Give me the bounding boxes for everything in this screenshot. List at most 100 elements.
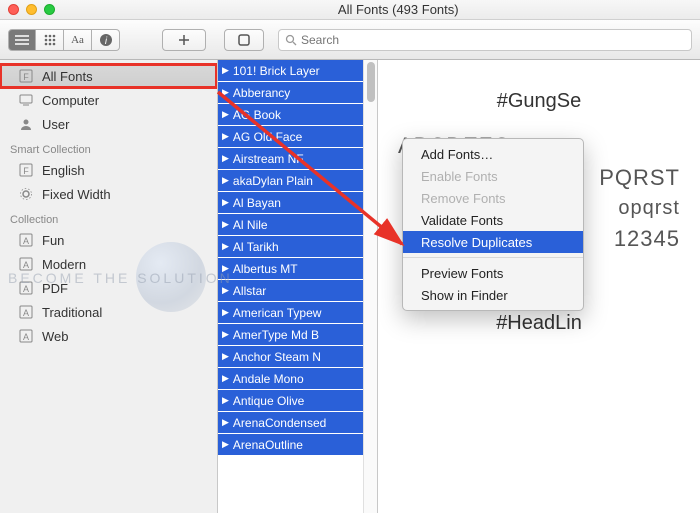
sample-view-button[interactable]: Aa — [64, 29, 92, 51]
grid-view-button[interactable] — [36, 29, 64, 51]
plus-icon — [178, 34, 190, 46]
info-view-button[interactable]: i — [92, 29, 120, 51]
disclosure-triangle-icon[interactable]: ▶ — [222, 241, 229, 252]
font-row[interactable]: ▶Anchor Steam N — [218, 346, 377, 368]
sidebar-item-computer[interactable]: Computer — [0, 88, 217, 112]
menu-item-remove-fonts: Remove Fonts — [403, 187, 583, 209]
font-row[interactable]: ▶Albertus MT — [218, 258, 377, 280]
svg-text:A: A — [23, 284, 29, 294]
main-area: F All Fonts Computer User Smart Collecti… — [0, 60, 700, 513]
font-row[interactable]: ▶101! Brick Layer — [218, 60, 377, 82]
font-list-scrollbar[interactable] — [363, 60, 377, 513]
sidebar-item-traditional[interactable]: A Traditional — [0, 300, 217, 324]
font-row[interactable]: ▶Antique Olive — [218, 390, 377, 412]
font-row[interactable]: ▶Airstream NF — [218, 148, 377, 170]
disclosure-triangle-icon[interactable]: ▶ — [222, 417, 229, 428]
search-icon — [285, 34, 297, 46]
menu-item-add-fonts[interactable]: Add Fonts… — [403, 143, 583, 165]
font-row[interactable]: ▶ArenaCondensed — [218, 412, 377, 434]
disclosure-triangle-icon[interactable]: ▶ — [222, 307, 229, 318]
disclosure-triangle-icon[interactable]: ▶ — [222, 197, 229, 208]
font-row[interactable]: ▶Abberancy — [218, 82, 377, 104]
list-view-button[interactable] — [8, 29, 36, 51]
search-field[interactable] — [278, 29, 692, 51]
font-list: ▶101! Brick Layer▶Abberancy▶AG Book▶AG O… — [218, 60, 378, 513]
a-square-icon: A — [18, 256, 34, 272]
font-name-label: Al Nile — [233, 218, 268, 232]
font-row[interactable]: ▶Allstar — [218, 280, 377, 302]
menu-item-resolve-duplicates[interactable]: Resolve Duplicates — [403, 231, 583, 253]
font-square-icon: F — [18, 162, 34, 178]
font-row[interactable]: ▶American Typew — [218, 302, 377, 324]
sidebar-item-user[interactable]: User — [0, 112, 217, 136]
font-name-label: Andale Mono — [233, 372, 304, 386]
disclosure-triangle-icon[interactable]: ▶ — [222, 439, 229, 450]
a-square-icon: A — [18, 280, 34, 296]
a-square-icon: A — [18, 304, 34, 320]
sidebar-item-label: Modern — [42, 257, 86, 272]
disclosure-triangle-icon[interactable]: ▶ — [222, 285, 229, 296]
context-menu: Add Fonts…Enable FontsRemove FontsValida… — [402, 138, 584, 311]
minimize-button[interactable] — [26, 4, 37, 15]
font-row[interactable]: ▶ Andale Mono — [218, 368, 377, 390]
sidebar-item-label: User — [42, 117, 69, 132]
sidebar-item-label: Web — [42, 329, 69, 344]
menu-item-validate-fonts[interactable]: Validate Fonts — [403, 209, 583, 231]
scrollbar-thumb[interactable] — [367, 62, 375, 102]
menu-item-enable-fonts: Enable Fonts — [403, 165, 583, 187]
maximize-button[interactable] — [44, 4, 55, 15]
font-row[interactable]: ▶ Al Nile — [218, 214, 377, 236]
window-title: All Fonts (493 Fonts) — [338, 2, 459, 17]
disclosure-triangle-icon[interactable]: ▶ — [222, 131, 229, 142]
sidebar-item-english[interactable]: F English — [0, 158, 217, 182]
computer-icon — [18, 92, 34, 108]
svg-text:A: A — [23, 332, 29, 342]
font-row[interactable]: ▶ Al Bayan — [218, 192, 377, 214]
disclosure-triangle-icon[interactable]: ▶ — [222, 219, 229, 230]
disclosure-triangle-icon[interactable]: ▶ — [222, 373, 229, 384]
sidebar-item-modern[interactable]: A Modern — [0, 252, 217, 276]
disclosure-triangle-icon[interactable]: ▶ — [222, 109, 229, 120]
square-icon — [237, 33, 251, 47]
sidebar-item-pdf[interactable]: A PDF — [0, 276, 217, 300]
user-icon — [18, 116, 34, 132]
preview-font-name: #GungSe — [398, 90, 680, 113]
close-button[interactable] — [8, 4, 19, 15]
font-row[interactable]: ▶akaDylan Plain — [218, 170, 377, 192]
svg-text:A: A — [23, 260, 29, 270]
disable-button[interactable] — [224, 29, 264, 51]
svg-text:A: A — [23, 236, 29, 246]
sidebar-item-fun[interactable]: A Fun — [0, 228, 217, 252]
font-row[interactable]: ▶Al Tarikh — [218, 236, 377, 258]
menu-item-show-in-finder[interactable]: Show in Finder — [403, 284, 583, 306]
info-icon: i — [99, 33, 113, 47]
disclosure-triangle-icon[interactable]: ▶ — [222, 153, 229, 164]
svg-text:F: F — [23, 166, 29, 176]
sidebar-item-label: Computer — [42, 93, 99, 108]
sidebar: F All Fonts Computer User Smart Collecti… — [0, 60, 218, 513]
sidebar-item-web[interactable]: A Web — [0, 324, 217, 348]
sidebar-item-label: Fun — [42, 233, 64, 248]
sidebar-item-all-fonts[interactable]: F All Fonts — [0, 64, 217, 88]
disclosure-triangle-icon[interactable]: ▶ — [222, 263, 229, 274]
menu-item-preview-fonts[interactable]: Preview Fonts — [403, 262, 583, 284]
titlebar: All Fonts (493 Fonts) — [0, 0, 700, 20]
traffic-lights — [8, 4, 55, 15]
disclosure-triangle-icon[interactable]: ▶ — [222, 175, 229, 186]
add-button[interactable] — [162, 29, 206, 51]
list-icon — [15, 35, 29, 45]
search-input[interactable] — [301, 33, 685, 47]
disclosure-triangle-icon[interactable]: ▶ — [222, 329, 229, 340]
disclosure-triangle-icon[interactable]: ▶ — [222, 351, 229, 362]
disclosure-triangle-icon[interactable]: ▶ — [222, 65, 229, 76]
font-row[interactable]: ▶ArenaOutline — [218, 434, 377, 456]
sidebar-item-fixed-width[interactable]: Fixed Width — [0, 182, 217, 206]
font-row[interactable]: ▶AmerType Md B — [218, 324, 377, 346]
view-mode-group: Aa i — [8, 29, 120, 51]
font-name-label: Al Bayan — [233, 196, 281, 210]
font-row[interactable]: ▶AG Old Face — [218, 126, 377, 148]
disclosure-triangle-icon[interactable]: ▶ — [222, 395, 229, 406]
sidebar-item-label: English — [42, 163, 85, 178]
disclosure-triangle-icon[interactable]: ▶ — [222, 87, 229, 98]
font-row[interactable]: ▶AG Book — [218, 104, 377, 126]
